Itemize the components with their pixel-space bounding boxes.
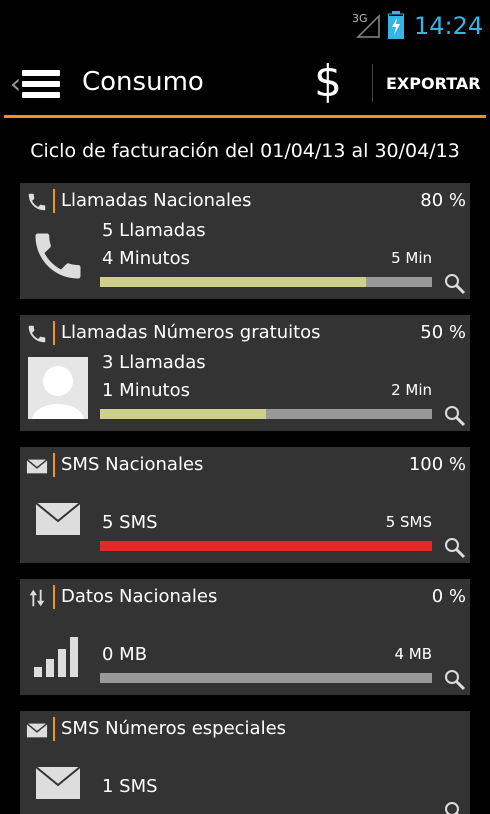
envelope-icon [35, 502, 81, 535]
back-chevron-icon[interactable]: ‹ [10, 67, 21, 100]
usage-limit: 5 SMS [385, 513, 432, 531]
card-header-divider [53, 717, 55, 741]
usage-count: 5 Llamadas [102, 220, 206, 241]
page-title: Consumo [82, 67, 204, 97]
search-icon[interactable] [444, 405, 466, 427]
card-title: Llamadas Nacionales [61, 190, 252, 211]
usage-amount: 4 Minutos [102, 248, 190, 269]
phone-icon [35, 233, 81, 279]
billing-cycle-text: Ciclo de facturación del 01/04/13 al 30/… [30, 140, 460, 162]
card-header-divider [53, 321, 55, 345]
envelope-icon [26, 459, 48, 474]
usage-progress-fill [100, 277, 366, 287]
usage-card-calls-free[interactable]: Llamadas Números gratuitos 50 % 3 Llamad… [20, 315, 470, 431]
search-icon[interactable] [444, 273, 466, 295]
signal-bars-icon [34, 637, 78, 677]
action-bar: ‹ Consumo $ EXPORTAR [0, 50, 490, 116]
usage-count: 3 Llamadas [102, 352, 206, 373]
usage-progress-fill [100, 409, 266, 419]
search-icon[interactable] [444, 537, 466, 559]
envelope-icon [26, 723, 48, 738]
usage-progress-bar [100, 541, 432, 551]
data-arrows-icon [29, 589, 45, 607]
usage-card-sms-national[interactable]: SMS Nacionales 100 % 5 SMS 5 SMS [20, 447, 470, 563]
battery-charging-icon [388, 11, 404, 39]
action-bar-underline [4, 115, 486, 118]
usage-limit: 2 Min [391, 381, 432, 399]
phone-icon [28, 325, 46, 343]
card-title: SMS Nacionales [61, 454, 204, 475]
usage-card-calls-national[interactable]: Llamadas Nacionales 80 % 5 Llamadas 4 Mi… [20, 183, 470, 299]
usage-card-data-national[interactable]: Datos Nacionales 0 % 0 MB 4 MB [20, 579, 470, 695]
signal-icon [356, 14, 380, 38]
usage-card-sms-special[interactable]: SMS Números especiales 1 SMS [20, 711, 470, 814]
usage-limit: 5 Min [391, 249, 432, 267]
usage-count: 5 SMS [102, 512, 158, 533]
usage-progress-bar [100, 673, 432, 683]
search-icon[interactable] [444, 801, 466, 814]
card-percent: 0 % [431, 586, 466, 607]
clock: 14:24 [414, 12, 484, 40]
usage-progress-bar [100, 277, 432, 287]
card-title: Datos Nacionales [61, 586, 218, 607]
usage-progress-bar [100, 409, 432, 419]
card-percent: 50 % [420, 322, 466, 343]
card-title: Llamadas Números gratuitos [61, 322, 321, 343]
export-button[interactable]: EXPORTAR [386, 74, 481, 93]
usage-count: 1 SMS [102, 776, 158, 797]
usage-amount: 1 Minutos [102, 380, 190, 401]
status-bar: 3G 14:24 [0, 0, 490, 50]
currency-button[interactable]: $ [314, 56, 342, 107]
card-header-divider [53, 189, 55, 213]
envelope-icon [35, 766, 81, 799]
card-header-divider [53, 585, 55, 609]
card-title: SMS Números especiales [61, 718, 287, 739]
card-header-divider [53, 453, 55, 477]
avatar-placeholder-icon [28, 357, 88, 419]
card-percent: 100 % [408, 454, 466, 475]
usage-progress-fill [100, 541, 432, 551]
phone-icon [28, 193, 46, 211]
card-percent: 80 % [420, 190, 466, 211]
menu-icon[interactable] [22, 70, 60, 98]
usage-amount: 0 MB [102, 644, 148, 665]
usage-limit: 4 MB [394, 645, 432, 663]
search-icon[interactable] [444, 669, 466, 691]
action-separator [372, 64, 373, 102]
